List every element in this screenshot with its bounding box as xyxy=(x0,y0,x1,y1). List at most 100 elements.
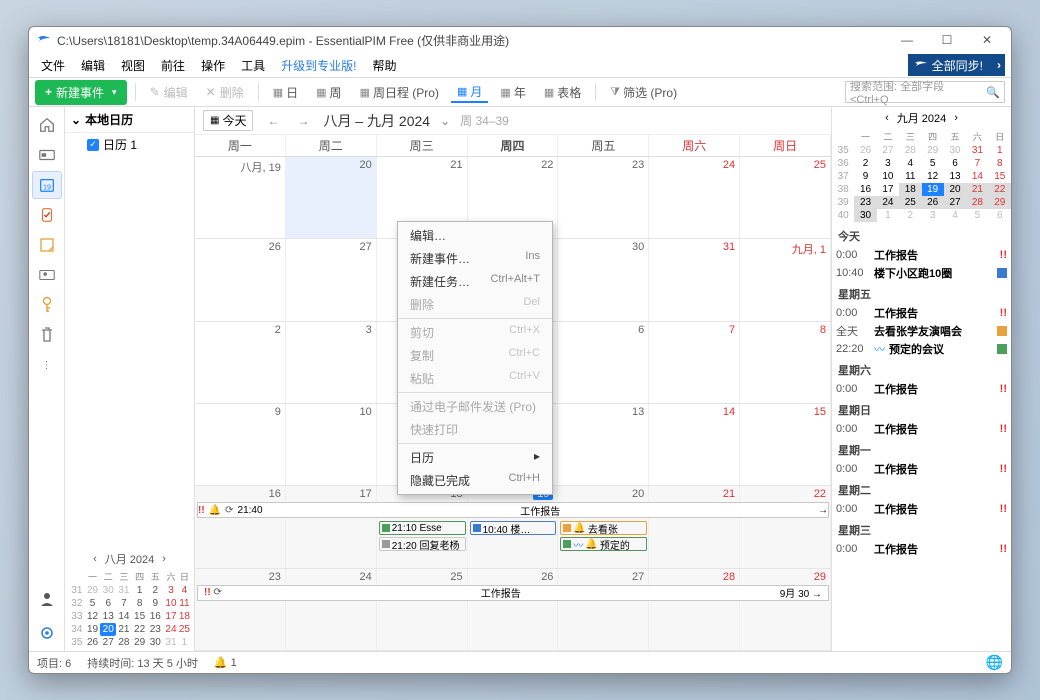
nav-trash[interactable] xyxy=(32,321,62,349)
chevron-down-icon[interactable]: ⌄ xyxy=(440,114,450,128)
calendar-item[interactable]: ✓ 日历 1 xyxy=(65,133,194,156)
globe-icon[interactable]: 🌐 xyxy=(986,654,1003,671)
menu-tools[interactable]: 工具 xyxy=(235,55,271,76)
nav-calendar[interactable]: 19 xyxy=(32,171,62,199)
day-cell[interactable]: 10 xyxy=(286,404,377,485)
close-button[interactable]: ✕ xyxy=(967,27,1007,53)
nav-notes[interactable] xyxy=(32,231,62,259)
view-week[interactable]: ▦周 xyxy=(310,82,347,103)
day-cell[interactable]: 八月, 19 xyxy=(195,157,286,238)
menu-upgrade[interactable]: 升级到专业版! xyxy=(275,55,362,76)
day-cell[interactable]: 27 xyxy=(286,239,377,320)
checkbox-icon[interactable]: ✓ xyxy=(87,139,99,151)
minimize-button[interactable]: — xyxy=(887,27,927,53)
day-cell[interactable]: 6 xyxy=(558,322,649,403)
context-menu-item[interactable]: 隐藏已完成Ctrl+H xyxy=(398,469,552,492)
view-day[interactable]: ▦日 xyxy=(267,82,304,103)
day-cell[interactable]: 28 xyxy=(649,569,740,650)
event-chip[interactable]: 21:10 Esse xyxy=(379,521,466,535)
event-chip[interactable]: 〰🔔预定的 xyxy=(560,537,647,551)
agenda-item[interactable]: 全天去看张学友演唱会 xyxy=(836,322,1007,340)
agenda-item[interactable]: 0:00工作报告!! xyxy=(836,380,1007,398)
next-icon[interactable]: › xyxy=(954,112,958,124)
agenda-item[interactable]: 0:00工作报告!! xyxy=(836,246,1007,264)
day-cell[interactable]: 3 xyxy=(286,322,377,403)
menu-goto[interactable]: 前往 xyxy=(155,55,191,76)
mini-calendar-right[interactable]: 一二三四五六日352627282930311362345678379101112… xyxy=(832,129,1011,222)
context-menu-item[interactable]: 日历▸ xyxy=(398,446,552,469)
day-cell[interactable]: 25 xyxy=(377,569,468,650)
day-cell[interactable]: 8 xyxy=(740,322,831,403)
day-cell[interactable]: 22 xyxy=(740,486,831,567)
week-row[interactable]: 23242526272829!! ⟳工作报告9月 30 → xyxy=(195,569,831,651)
agenda-item[interactable]: 0:00工作报告!! xyxy=(836,540,1007,558)
view-month[interactable]: ▦月 xyxy=(451,81,488,103)
delete-button[interactable]: ✕ 删除 xyxy=(200,81,250,104)
menu-help[interactable]: 帮助 xyxy=(366,55,402,76)
agenda-item[interactable]: 0:00工作报告!! xyxy=(836,460,1007,478)
day-cell[interactable]: 15 xyxy=(740,404,831,485)
new-event-button[interactable]: + 新建事件 xyxy=(35,80,127,105)
day-cell[interactable]: 17 xyxy=(286,486,377,567)
day-cell[interactable]: 九月, 1 xyxy=(740,239,831,320)
maximize-button[interactable]: ☐ xyxy=(927,27,967,53)
spanning-event[interactable]: !! ⟳工作报告9月 30 → xyxy=(197,585,829,601)
agenda-list[interactable]: 今天0:00工作报告!!10:40楼下小区跑10圈星期五0:00工作报告!!全天… xyxy=(832,222,1011,651)
day-cell[interactable]: 2 xyxy=(195,322,286,403)
event-chip[interactable]: 🔔去看张 xyxy=(560,521,647,535)
day-cell[interactable]: 30 xyxy=(558,239,649,320)
local-calendars-header[interactable]: ⌄ 本地日历 xyxy=(65,107,194,133)
agenda-item[interactable]: 0:00工作报告!! xyxy=(836,420,1007,438)
nav-passwords[interactable] xyxy=(32,291,62,319)
edit-button[interactable]: ✎ 编辑 xyxy=(144,81,194,104)
mini-calendar-left[interactable]: ‹ 八月 2024 › 一二三四五六日312930311234325678910… xyxy=(65,547,194,651)
day-cell[interactable]: 21 xyxy=(649,486,740,567)
menu-file[interactable]: 文件 xyxy=(35,55,71,76)
spanning-event[interactable]: !!🔔⟳21:40工作报告→ xyxy=(197,502,829,518)
day-cell[interactable]: 24 xyxy=(286,569,377,650)
context-menu-item[interactable]: 新建事件…Ins xyxy=(398,247,552,270)
day-cell[interactable]: 25 xyxy=(740,157,831,238)
view-schedule[interactable]: ▦周日程 (Pro) xyxy=(354,82,445,103)
day-cell[interactable]: 9 xyxy=(195,404,286,485)
day-cell[interactable]: 27 xyxy=(558,569,649,650)
day-cell[interactable]: 26 xyxy=(468,569,559,650)
prev-icon[interactable]: ‹ xyxy=(93,553,97,565)
search-input[interactable]: 搜索范围: 全部字段 <Ctrl+Q 🔍 xyxy=(845,81,1005,103)
agenda-item[interactable]: 0:00工作报告!! xyxy=(836,304,1007,322)
context-menu[interactable]: 编辑…新建事件…Ins新建任务…Ctrl+Alt+T删除Del剪切Ctrl+X复… xyxy=(397,221,553,495)
nav-contacts[interactable] xyxy=(32,141,62,169)
filter-button[interactable]: ⧩筛选 (Pro) xyxy=(604,82,683,103)
prev-icon[interactable]: ‹ xyxy=(885,112,889,124)
day-cell[interactable]: 23 xyxy=(558,157,649,238)
week-row[interactable]: 16171819202122!!🔔⟳21:40工作报告→21:10 Esse21… xyxy=(195,486,831,568)
next-button[interactable]: → xyxy=(293,114,313,128)
nav-user[interactable] xyxy=(32,585,62,613)
menu-edit[interactable]: 编辑 xyxy=(75,55,111,76)
nav-people[interactable] xyxy=(32,261,62,289)
day-cell[interactable]: 7 xyxy=(649,322,740,403)
nav-more[interactable]: ⋮ xyxy=(32,351,62,379)
agenda-item[interactable]: 22:20〰预定的会议 xyxy=(836,340,1007,358)
view-year[interactable]: ▦年 xyxy=(494,82,531,103)
day-cell[interactable]: 14 xyxy=(649,404,740,485)
day-cell[interactable]: 24 xyxy=(649,157,740,238)
today-button[interactable]: ▦今天 xyxy=(203,110,253,131)
context-menu-item[interactable]: 新建任务…Ctrl+Alt+T xyxy=(398,270,552,293)
sync-all-button[interactable]: 全部同步! xyxy=(908,54,1005,76)
day-cell[interactable]: 29 xyxy=(740,569,831,650)
menu-action[interactable]: 操作 xyxy=(195,55,231,76)
day-cell[interactable]: 20 xyxy=(286,157,377,238)
event-chip[interactable]: 21:20 回复老杨 xyxy=(379,537,466,551)
day-cell[interactable]: 26 xyxy=(195,239,286,320)
day-cell[interactable]: 16 xyxy=(195,486,286,567)
prev-button[interactable]: ← xyxy=(263,114,283,128)
day-cell[interactable]: 23 xyxy=(195,569,286,650)
nav-tasks[interactable] xyxy=(32,201,62,229)
context-menu-item[interactable]: 编辑… xyxy=(398,224,552,247)
agenda-item[interactable]: 10:40楼下小区跑10圈 xyxy=(836,264,1007,282)
day-cell[interactable]: 31 xyxy=(649,239,740,320)
nav-settings[interactable] xyxy=(32,619,62,647)
view-table[interactable]: ▦表格 xyxy=(538,82,587,103)
day-cell[interactable]: 13 xyxy=(558,404,649,485)
